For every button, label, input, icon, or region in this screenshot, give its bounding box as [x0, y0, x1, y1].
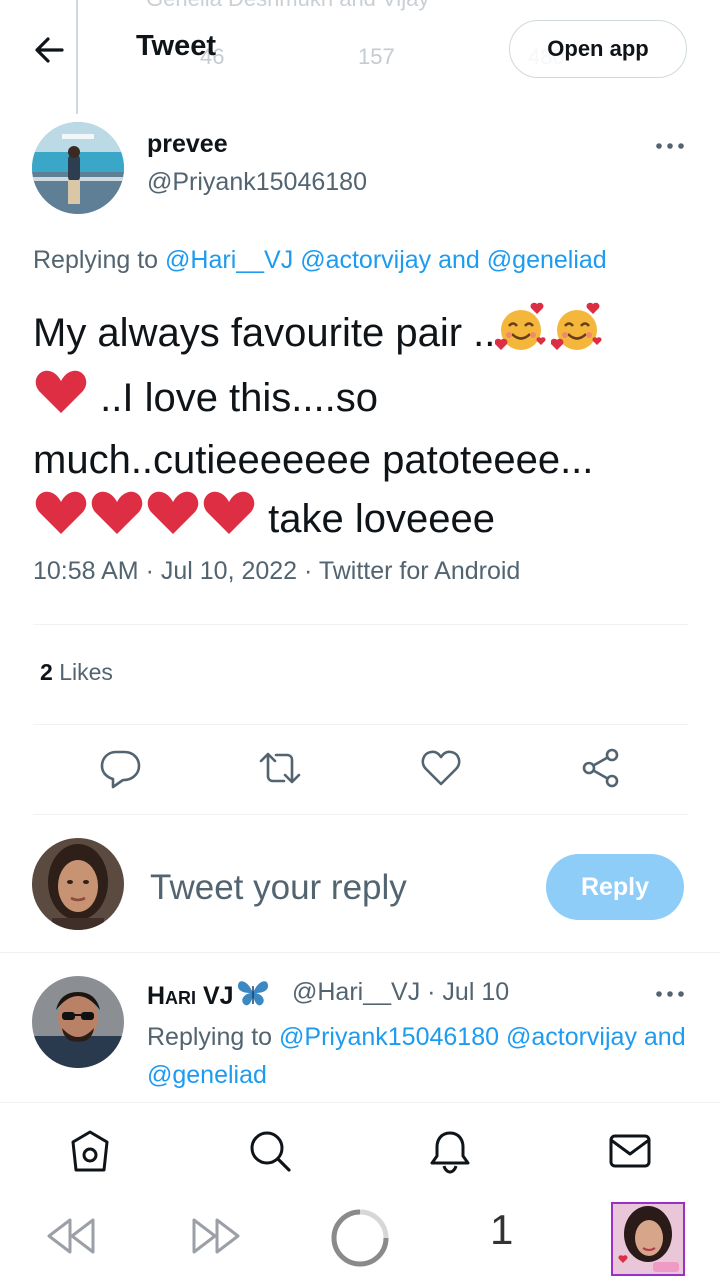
mention-link[interactable]: @geneliad: [487, 246, 607, 274]
tweet-text-part: My always favourite pair ..: [33, 311, 496, 355]
red-heart-emoji: [89, 488, 145, 553]
tweet-text-part: take loveeee: [257, 497, 495, 541]
reply-replying-to: Replying to @Priyank15046180 @actorvijay…: [147, 1018, 692, 1094]
tweet-meta: 10:58 AM · Jul 10, 2022 · Twitter for An…: [33, 557, 521, 585]
page-title: Tweet: [136, 30, 217, 62]
scrolled-retweet-count: 157: [358, 44, 395, 69]
reply-author-handle[interactable]: @Hari__VJ: [292, 978, 420, 1006]
mention-link[interactable]: @Hari__VJ: [165, 246, 293, 274]
replying-prefix: Replying to: [33, 246, 159, 274]
tweet-source[interactable]: Twitter for Android: [319, 557, 520, 585]
more-options-icon[interactable]: [654, 986, 686, 1002]
replying-and: and: [438, 246, 480, 274]
smiling-face-with-hearts-emoji: [550, 302, 607, 367]
thread-line: [76, 0, 78, 114]
back-arrow-icon[interactable]: [30, 30, 70, 70]
tweet-time[interactable]: 10:58 AM: [33, 557, 139, 585]
butterfly-emoji: [236, 978, 270, 1015]
red-heart-emoji: [33, 488, 89, 553]
home-icon[interactable]: [67, 1128, 113, 1174]
mention-link[interactable]: @actorvijay: [506, 1023, 637, 1051]
open-app-button[interactable]: Open app: [509, 20, 687, 78]
divider: [33, 724, 688, 725]
author-name[interactable]: prevee: [147, 130, 228, 159]
likes-number: 2: [40, 659, 53, 685]
search-icon[interactable]: [247, 1128, 293, 1174]
retweet-icon[interactable]: [258, 746, 302, 790]
red-heart-emoji: [33, 367, 89, 432]
replying-prefix: Replying to: [147, 1023, 273, 1051]
rewind-icon[interactable]: [45, 1216, 97, 1256]
reply-icon[interactable]: [98, 746, 142, 790]
notifications-bell-icon[interactable]: [427, 1128, 473, 1174]
author-avatar[interactable]: [32, 122, 124, 214]
likes-label: Likes: [59, 659, 113, 685]
red-heart-emoji: [201, 488, 257, 553]
reply-input[interactable]: Tweet your reply: [150, 868, 407, 908]
tweet-text-part: ..I love this....so much..cutieeeeeee pa…: [33, 376, 594, 482]
likes-count[interactable]: 2 Likes: [40, 659, 113, 686]
profile-thumbnail[interactable]: [611, 1202, 685, 1276]
reply-meta: @Hari__VJ · Jul 10: [292, 978, 510, 1006]
tweet-date[interactable]: Jul 10, 2022: [161, 557, 297, 585]
divider: [33, 624, 688, 625]
red-heart-emoji: [145, 488, 201, 553]
divider: [33, 814, 688, 815]
replying-and: and: [643, 1023, 686, 1051]
author-handle[interactable]: @Priyank15046180: [147, 168, 367, 197]
reply-author-name[interactable]: Hari VJ: [147, 978, 270, 1015]
mention-link[interactable]: @Priyank15046180: [279, 1023, 499, 1051]
reply-date[interactable]: Jul 10: [442, 978, 509, 1006]
page-number[interactable]: 1: [490, 1206, 513, 1254]
current-user-avatar: [32, 838, 124, 930]
mention-link[interactable]: @geneliad: [147, 1061, 267, 1089]
fast-forward-icon[interactable]: [190, 1216, 242, 1256]
like-icon[interactable]: [419, 746, 463, 790]
scrolled-tweet-text: Genelia Deshmukh and Vijay: [146, 0, 429, 12]
reply-button[interactable]: Reply: [546, 854, 684, 920]
mention-link[interactable]: @actorvijay: [300, 246, 431, 274]
share-icon[interactable]: [579, 746, 623, 790]
reply-author-avatar[interactable]: [32, 976, 124, 1068]
divider: [0, 952, 720, 953]
messages-mail-icon[interactable]: [607, 1128, 653, 1174]
loading-spinner-icon: [330, 1208, 390, 1268]
smiling-face-with-hearts-emoji: [494, 302, 551, 367]
more-options-icon[interactable]: [654, 138, 686, 154]
reply-author-name-text: Hari VJ: [147, 982, 234, 1010]
replying-to: Replying to @Hari__VJ @actorvijay and @g…: [33, 246, 607, 275]
tweet-text: My always favourite pair .. ..I love thi…: [33, 302, 683, 553]
